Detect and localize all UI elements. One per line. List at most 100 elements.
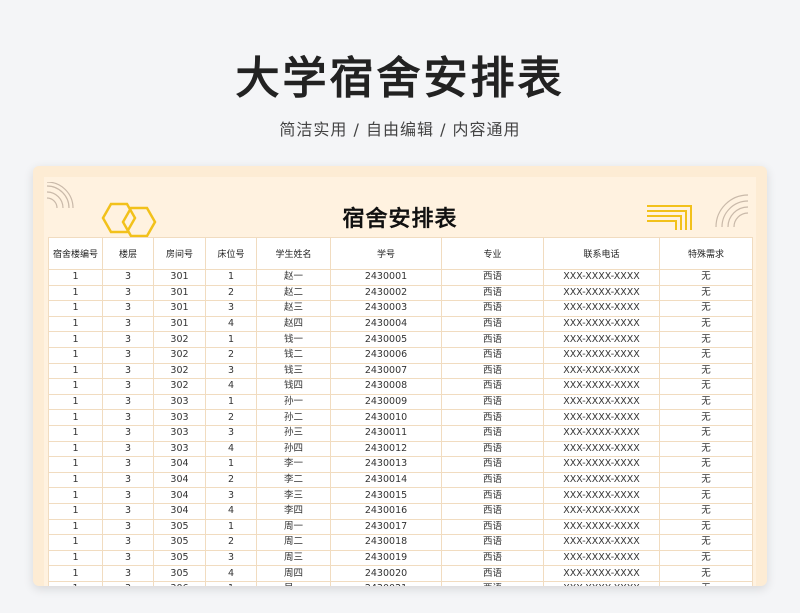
table-cell[interactable]: 无	[659, 362, 753, 380]
table-cell[interactable]: 周一	[256, 518, 331, 536]
table-cell[interactable]: 1	[205, 269, 257, 286]
table-cell[interactable]: 301	[153, 269, 206, 286]
table-cell[interactable]: 李一	[256, 456, 331, 473]
table-cell[interactable]: 孙二	[256, 409, 331, 426]
table-cell[interactable]: 2430019	[330, 549, 442, 567]
table-cell[interactable]: 西语	[441, 518, 544, 536]
table-cell[interactable]: 无	[659, 502, 753, 520]
table-cell[interactable]: 1	[48, 424, 103, 442]
table-cell[interactable]: 3	[102, 424, 154, 442]
table-cell[interactable]: 306	[153, 580, 206, 586]
table-cell[interactable]: XXX-XXXX-XXXX	[543, 565, 660, 582]
table-cell[interactable]: 305	[153, 549, 206, 567]
table-cell[interactable]: 周三	[256, 549, 331, 567]
table-cell[interactable]: 1	[48, 471, 103, 489]
table-cell[interactable]: 西语	[441, 362, 544, 380]
column-header[interactable]: 宿舍楼编号	[48, 237, 103, 270]
table-cell[interactable]: 1	[48, 440, 103, 458]
column-header[interactable]: 床位号	[205, 237, 257, 270]
table-cell[interactable]: 301	[153, 300, 206, 317]
table-cell[interactable]: 西语	[441, 393, 544, 411]
table-cell[interactable]: 3	[102, 518, 154, 536]
table-cell[interactable]: 1	[48, 502, 103, 520]
table-cell[interactable]: 2430008	[330, 378, 442, 395]
table-cell[interactable]: 2430007	[330, 362, 442, 380]
table-cell[interactable]: 303	[153, 424, 206, 442]
table-cell[interactable]: 3	[102, 440, 154, 458]
table-cell[interactable]: 赵一	[256, 269, 331, 286]
table-cell[interactable]: 1	[48, 456, 103, 473]
table-cell[interactable]: XXX-XXXX-XXXX	[543, 580, 660, 586]
table-cell[interactable]: 4	[205, 502, 257, 520]
table-cell[interactable]: 无	[659, 580, 753, 586]
table-cell[interactable]: 1	[48, 362, 103, 380]
table-cell[interactable]: 2430018	[330, 534, 442, 551]
table-cell[interactable]: 3	[102, 565, 154, 582]
table-cell[interactable]: 3	[102, 502, 154, 520]
table-cell[interactable]: 李二	[256, 471, 331, 489]
table-cell[interactable]: 无	[659, 534, 753, 551]
table-cell[interactable]: 2430010	[330, 409, 442, 426]
table-cell[interactable]: XXX-XXXX-XXXX	[543, 378, 660, 395]
table-cell[interactable]: 无	[659, 393, 753, 411]
table-cell[interactable]: 西语	[441, 269, 544, 286]
table-cell[interactable]: 3	[102, 331, 154, 348]
table-cell[interactable]: 2430017	[330, 518, 442, 536]
table-cell[interactable]: 1	[48, 315, 103, 333]
table-cell[interactable]: 1	[48, 487, 103, 504]
table-cell[interactable]: 无	[659, 471, 753, 489]
table-cell[interactable]: 305	[153, 518, 206, 536]
table-cell[interactable]: 2430015	[330, 487, 442, 504]
table-cell[interactable]: XXX-XXXX-XXXX	[543, 393, 660, 411]
table-cell[interactable]: 4	[205, 565, 257, 582]
table-cell[interactable]: 西语	[441, 549, 544, 567]
table-cell[interactable]: 钱二	[256, 346, 331, 364]
table-cell[interactable]: 303	[153, 409, 206, 426]
table-cell[interactable]: 钱三	[256, 362, 331, 380]
table-cell[interactable]: XXX-XXXX-XXXX	[543, 549, 660, 567]
table-cell[interactable]: XXX-XXXX-XXXX	[543, 362, 660, 380]
table-cell[interactable]: 302	[153, 331, 206, 348]
table-cell[interactable]: 1	[48, 534, 103, 551]
table-cell[interactable]: 1	[48, 409, 103, 426]
table-cell[interactable]: 3	[102, 393, 154, 411]
table-cell[interactable]: 无	[659, 331, 753, 348]
table-cell[interactable]: 305	[153, 565, 206, 582]
table-cell[interactable]: 3	[205, 424, 257, 442]
table-cell[interactable]: 303	[153, 440, 206, 458]
table-cell[interactable]: XXX-XXXX-XXXX	[543, 284, 660, 302]
table-cell[interactable]: 1	[205, 456, 257, 473]
table-cell[interactable]: 2430011	[330, 424, 442, 442]
table-cell[interactable]: 无	[659, 440, 753, 458]
table-cell[interactable]: 2	[205, 284, 257, 302]
table-cell[interactable]: 305	[153, 534, 206, 551]
table-cell[interactable]: 西语	[441, 456, 544, 473]
column-header[interactable]: 联系电话	[543, 237, 660, 270]
table-cell[interactable]: 1	[48, 580, 103, 586]
table-cell[interactable]: 无	[659, 487, 753, 504]
table-cell[interactable]: 西语	[441, 284, 544, 302]
table-cell[interactable]: XXX-XXXX-XXXX	[543, 518, 660, 536]
table-cell[interactable]: 西语	[441, 331, 544, 348]
column-header[interactable]: 特殊需求	[659, 237, 753, 270]
table-cell[interactable]: 西语	[441, 424, 544, 442]
table-cell[interactable]: 1	[48, 565, 103, 582]
table-cell[interactable]: 3	[102, 378, 154, 395]
table-cell[interactable]: 3	[102, 456, 154, 473]
table-cell[interactable]: 2430003	[330, 300, 442, 317]
table-cell[interactable]: 1	[205, 331, 257, 348]
table-cell[interactable]: 孙三	[256, 424, 331, 442]
table-cell[interactable]: 2430002	[330, 284, 442, 302]
table-cell[interactable]: 3	[102, 534, 154, 551]
table-cell[interactable]: 1	[48, 284, 103, 302]
table-cell[interactable]: 西语	[441, 440, 544, 458]
table-cell[interactable]: 2	[205, 534, 257, 551]
table-cell[interactable]: 4	[205, 440, 257, 458]
table-cell[interactable]: 2430020	[330, 565, 442, 582]
table-cell[interactable]: 1	[48, 300, 103, 317]
table-cell[interactable]: 西语	[441, 502, 544, 520]
table-cell[interactable]: 无	[659, 456, 753, 473]
table-cell[interactable]: 2430005	[330, 331, 442, 348]
table-cell[interactable]: 无	[659, 549, 753, 567]
table-cell[interactable]: 302	[153, 362, 206, 380]
